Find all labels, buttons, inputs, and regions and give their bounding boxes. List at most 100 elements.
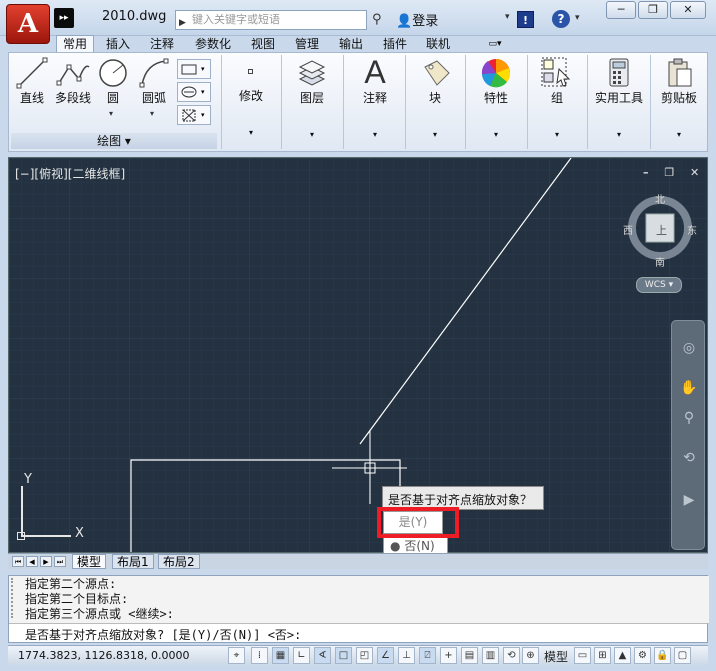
polar-icon[interactable]: ∢ — [314, 647, 331, 664]
boundary-dropdown-icon[interactable]: ▾ — [201, 111, 205, 119]
hatch-dropdown-icon[interactable]: ▾ — [201, 88, 205, 96]
infer-constraints-icon[interactable]: ⌖ — [228, 647, 245, 664]
viewcube-top-label[interactable]: 上 — [656, 222, 667, 238]
ucs-dynamic-icon[interactable]: ⊥ — [398, 647, 415, 664]
tab-layout1[interactable]: 布局1 — [112, 554, 154, 569]
snap-icon[interactable]: ⁞ — [251, 647, 268, 664]
restore-button[interactable]: ❐ — [638, 1, 668, 19]
draw-panel-footer[interactable]: 绘图 ▾ — [11, 133, 217, 149]
layers-dropdown-icon[interactable]: ▾ — [287, 130, 337, 139]
tab-annotate[interactable]: 注释 — [150, 36, 174, 52]
workspace-switch-icon[interactable]: ⚙ — [634, 647, 651, 664]
compass-south[interactable]: 南 — [655, 254, 665, 269]
clipboard-panel[interactable]: 剪贴板 ▾ — [653, 57, 705, 139]
polyline-tool[interactable]: 多段线 — [51, 57, 95, 106]
close-button[interactable]: ✕ — [670, 1, 706, 19]
rectangle-dropdown-icon[interactable]: ▾ — [201, 65, 205, 73]
application-menu-button[interactable]: A — [6, 4, 50, 44]
login-dropdown-icon[interactable]: ▾ — [505, 12, 510, 22]
search-input[interactable]: ▶ 键入关键字或短语 — [175, 10, 367, 30]
circle-dropdown-icon[interactable]: ▾ — [109, 109, 113, 118]
line-tool[interactable]: 直线 — [15, 57, 49, 106]
compass-north[interactable]: 北 — [655, 191, 665, 206]
utilities-dropdown-icon[interactable]: ▾ — [591, 130, 647, 139]
circle-tool[interactable]: 圆 — [95, 57, 131, 106]
lock-icon[interactable]: 🔒 — [654, 647, 671, 664]
drawing-canvas[interactable] — [9, 158, 708, 553]
tab-manage[interactable]: 管理 — [295, 36, 319, 52]
hatch-tool[interactable]: ▾ — [177, 82, 211, 102]
clipboard-dropdown-icon[interactable]: ▾ — [653, 130, 705, 139]
compass-west[interactable]: 西 — [623, 222, 633, 237]
viewport-window-controls[interactable]: – ❐ ✕ — [643, 166, 705, 179]
command-line[interactable]: 指定第二个源点: 指定第二个目标点: 指定第三个源点或 <继续>: 是否基于对齐… — [8, 575, 709, 643]
tab-online[interactable]: 联机 — [426, 36, 450, 52]
properties-panel[interactable]: 特性 ▾ — [471, 57, 521, 139]
next-layout-icon[interactable]: ▶ — [40, 556, 52, 567]
search-expand-icon[interactable]: ▶ — [179, 14, 186, 32]
tab-insert[interactable]: 插入 — [106, 36, 130, 52]
drawing-quick-view-icon[interactable]: ⊞ — [594, 647, 611, 664]
modify-panel[interactable]: 修改 ▾ — [227, 59, 275, 137]
tab-plugins[interactable]: 插件 — [383, 36, 407, 52]
ribbon-minimize-button[interactable]: ▭▾ — [484, 38, 506, 50]
arc-dropdown-icon[interactable]: ▾ — [150, 109, 154, 118]
minimize-button[interactable]: ─ — [606, 1, 636, 19]
annotation-scale-icon[interactable]: ▲ — [614, 647, 631, 664]
clean-screen-icon[interactable]: ▢ — [674, 647, 691, 664]
login-button[interactable]: 👤登录 — [396, 10, 438, 29]
quick-properties-icon[interactable]: ▥ — [482, 647, 499, 664]
block-panel[interactable]: 块 ▾ — [411, 57, 459, 139]
utilities-panel[interactable]: 实用工具 ▾ — [591, 57, 647, 139]
ortho-icon[interactable]: ∟ — [293, 647, 310, 664]
layers-panel[interactable]: 图层 ▾ — [287, 57, 337, 139]
binoculars-icon[interactable]: ⚲ — [372, 12, 382, 27]
annotation-panel[interactable]: A 注释 ▾ — [349, 55, 401, 139]
showmotion-icon[interactable]: ▶ — [680, 491, 698, 509]
orbit-icon[interactable]: ⟲ — [680, 449, 698, 467]
layout-quick-view-icon[interactable]: ▭ — [574, 647, 591, 664]
osnap-icon[interactable]: □ — [335, 647, 352, 664]
command-input[interactable]: 是否基于对齐点缩放对象? [是(Y)/否(N)] <否>: — [25, 626, 301, 643]
block-dropdown-icon[interactable]: ▾ — [411, 130, 459, 139]
help-icon[interactable]: ? — [552, 10, 570, 28]
help-dropdown-icon[interactable]: ▾ — [575, 13, 580, 23]
zoom-icon[interactable]: ⚲ — [680, 409, 698, 427]
wcs-menu[interactable]: WCS ▾ — [636, 277, 682, 293]
pan-icon[interactable]: ✋ — [680, 379, 698, 397]
properties-dropdown-icon[interactable]: ▾ — [471, 130, 521, 139]
dynamic-input-icon[interactable]: ⍁ — [419, 647, 436, 664]
drawing-viewport[interactable]: [−][俯视][二维线框] – ❐ ✕ 北 南 东 西 上 WCS ▾ ◎ ✋ … — [8, 157, 708, 553]
compass-east[interactable]: 东 — [687, 222, 697, 237]
3d-osnap-icon[interactable]: ◰ — [356, 647, 373, 664]
coordinates-readout[interactable]: 1774.3823, 1126.8318, 0.0000 — [18, 649, 189, 662]
arc-tool[interactable]: 圆弧 — [135, 57, 173, 106]
steering-wheel-icon[interactable]: ◎ — [680, 339, 698, 357]
modify-dropdown-icon[interactable]: ▾ — [227, 128, 275, 137]
otrack-icon[interactable]: ∠ — [377, 647, 394, 664]
viewport-controls-label[interactable]: [−][俯视][二维线框] — [15, 165, 125, 182]
tab-parametric[interactable]: 参数化 — [195, 36, 231, 52]
model-space-label[interactable]: 模型 — [544, 648, 568, 665]
grid-icon[interactable]: ▦ — [272, 647, 289, 664]
group-dropdown-icon[interactable]: ▾ — [533, 130, 581, 139]
selection-cycling-icon[interactable]: ⟲ — [503, 647, 520, 664]
first-layout-icon[interactable]: ⏮ — [12, 556, 24, 567]
tab-model[interactable]: 模型 — [72, 554, 107, 569]
lineweight-icon[interactable]: + — [440, 647, 457, 664]
annotation-monitor-icon[interactable]: ⊕ — [522, 647, 539, 664]
group-panel[interactable]: 组 ▾ — [533, 57, 581, 139]
boundary-tool[interactable]: ▾ — [177, 105, 211, 125]
tab-layout2[interactable]: 布局2 — [158, 554, 200, 569]
tab-home[interactable]: 常用 — [56, 35, 95, 53]
prev-layout-icon[interactable]: ◀ — [26, 556, 38, 567]
last-layout-icon[interactable]: ⏭ — [54, 556, 66, 567]
tab-view[interactable]: 视图 — [251, 36, 275, 52]
rectangle-tool[interactable]: ▾ — [177, 59, 211, 79]
command-grip-icon[interactable] — [11, 578, 21, 618]
quick-access-toolbar-button[interactable]: ▸▸ — [54, 8, 74, 28]
transparency-icon[interactable]: ▤ — [461, 647, 478, 664]
exchange-icon[interactable]: ! — [517, 11, 534, 28]
annotation-dropdown-icon[interactable]: ▾ — [349, 130, 401, 139]
tab-output[interactable]: 输出 — [339, 36, 363, 52]
